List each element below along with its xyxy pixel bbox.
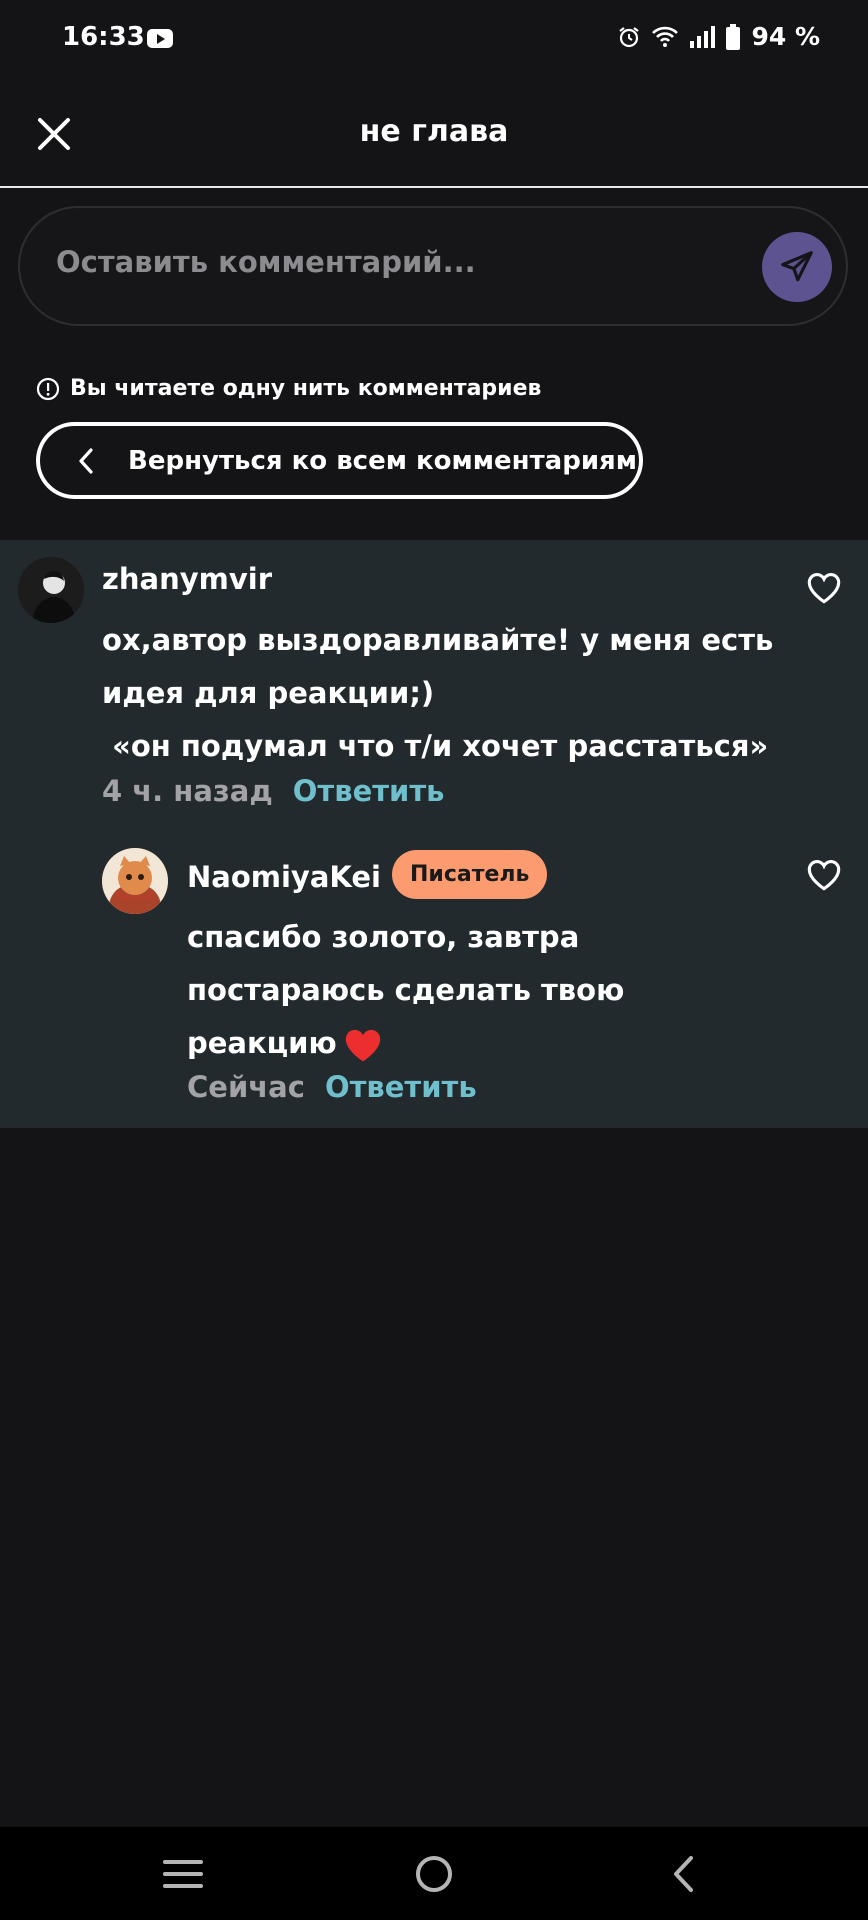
alarm-icon bbox=[619, 26, 640, 47]
heart-outline-icon bbox=[807, 860, 841, 891]
home-circle-icon bbox=[416, 1856, 452, 1892]
battery-icon bbox=[726, 23, 741, 50]
status-bar: 16:33 94 % bbox=[0, 0, 868, 80]
avatar[interactable] bbox=[18, 557, 84, 623]
battery-level: 94 % bbox=[751, 22, 820, 51]
comment-composer bbox=[18, 206, 848, 326]
avatar[interactable] bbox=[102, 848, 168, 914]
back-to-all-comments-button[interactable]: Вернуться ко всем комментариям bbox=[36, 422, 643, 499]
home-button[interactable] bbox=[404, 1849, 464, 1899]
writer-badge: Писатель bbox=[392, 850, 548, 899]
thread-notice: Вы читаете одну нить комментариев bbox=[36, 376, 541, 401]
status-time: 16:33 bbox=[62, 22, 145, 52]
comment-text: ох,автор выздоравливайте! у меня есть ид… bbox=[102, 623, 774, 763]
reply-button[interactable]: Ответить bbox=[325, 1070, 477, 1104]
signal-icon bbox=[690, 25, 716, 48]
comment-time: Сейчас bbox=[187, 1070, 305, 1104]
wifi-icon bbox=[652, 26, 679, 47]
thread-notice-text: Вы читаете одну нить комментариев bbox=[70, 376, 542, 401]
youtube-notification-icon bbox=[147, 29, 173, 48]
comment-author[interactable]: NaomiyaKei bbox=[187, 860, 381, 894]
info-icon bbox=[36, 377, 60, 400]
like-button[interactable] bbox=[804, 854, 844, 894]
header-divider bbox=[0, 186, 868, 188]
menu-icon bbox=[163, 1860, 203, 1888]
comment-meta: Сейчас Ответить bbox=[187, 1070, 477, 1104]
back-button-label: Вернуться ко всем комментариям bbox=[128, 445, 638, 476]
recent-apps-button[interactable] bbox=[153, 1849, 213, 1899]
heart-emoji bbox=[345, 1029, 380, 1062]
send-button[interactable] bbox=[762, 232, 832, 302]
comment-time: 4 ч. назад bbox=[102, 774, 273, 808]
comment-text: спасибо золото, завтра постараюсь сделат… bbox=[187, 911, 624, 1070]
comment-input[interactable] bbox=[54, 244, 708, 280]
back-button[interactable] bbox=[653, 1849, 713, 1899]
status-icons: 94 % bbox=[617, 22, 820, 51]
like-button[interactable] bbox=[804, 567, 844, 607]
back-chevron-icon bbox=[674, 1856, 693, 1892]
page-title: не глава bbox=[359, 114, 509, 149]
comment-meta: 4 ч. назад Ответить bbox=[102, 774, 445, 808]
comment-thread: zhanymvir ох,автор выздоравливайте! у ме… bbox=[0, 540, 868, 1128]
heart-outline-icon bbox=[807, 573, 841, 604]
header: не глава bbox=[0, 80, 868, 184]
chevron-left-icon bbox=[78, 447, 98, 474]
comment-author[interactable]: zhanymvir bbox=[102, 562, 272, 596]
send-icon bbox=[781, 251, 813, 282]
reply-button[interactable]: Ответить bbox=[293, 774, 445, 808]
system-nav-bar bbox=[0, 1827, 868, 1920]
